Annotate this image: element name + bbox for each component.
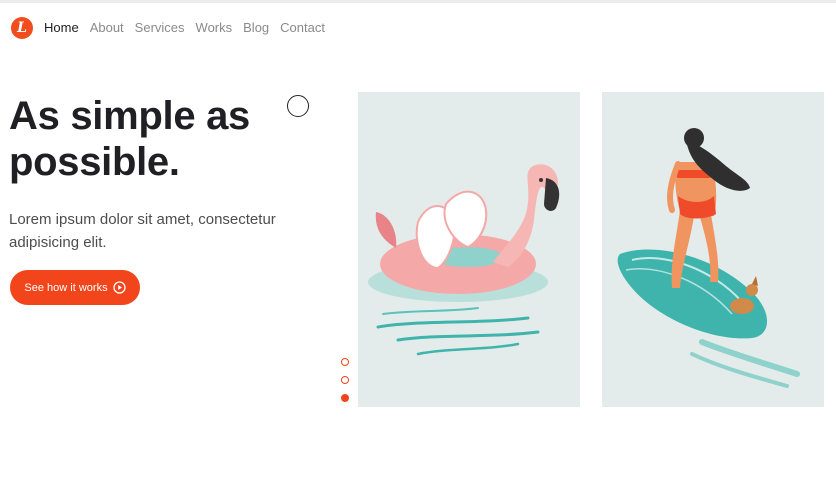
logo-letter: L xyxy=(17,20,27,36)
slider-dots xyxy=(341,358,349,412)
slider-dot-active[interactable] xyxy=(341,394,349,402)
main-nav: Home About Services Works Blog Contact xyxy=(44,20,336,36)
hero-subtext: Lorem ipsum dolor sit amet, consectetur … xyxy=(9,211,276,251)
cta-label: See how it works xyxy=(24,281,108,294)
nav-home[interactable]: Home xyxy=(44,20,79,36)
slider-dot[interactable] xyxy=(341,376,349,384)
see-how-it-works-button[interactable]: See how it works xyxy=(10,270,140,305)
brand-logo[interactable]: L xyxy=(11,17,33,39)
surfer-card xyxy=(602,92,824,407)
nav-services[interactable]: Services xyxy=(135,20,185,36)
play-circle-icon xyxy=(112,281,126,294)
nav-blog[interactable]: Blog xyxy=(243,20,269,36)
slider-dot[interactable] xyxy=(341,358,349,366)
headline-line-1: As simple as xyxy=(9,94,250,138)
flamingo-card xyxy=(358,92,580,407)
nav-works[interactable]: Works xyxy=(196,20,233,36)
nav-contact[interactable]: Contact xyxy=(280,20,325,36)
headline-line-2: possible. xyxy=(9,140,180,184)
top-border xyxy=(0,0,836,3)
hero-headline: As simple as possible. xyxy=(9,93,309,185)
surfer-girl-dog-illustration xyxy=(617,128,800,388)
flamingo-float-illustration xyxy=(368,164,560,356)
nav-about[interactable]: About xyxy=(90,20,124,36)
